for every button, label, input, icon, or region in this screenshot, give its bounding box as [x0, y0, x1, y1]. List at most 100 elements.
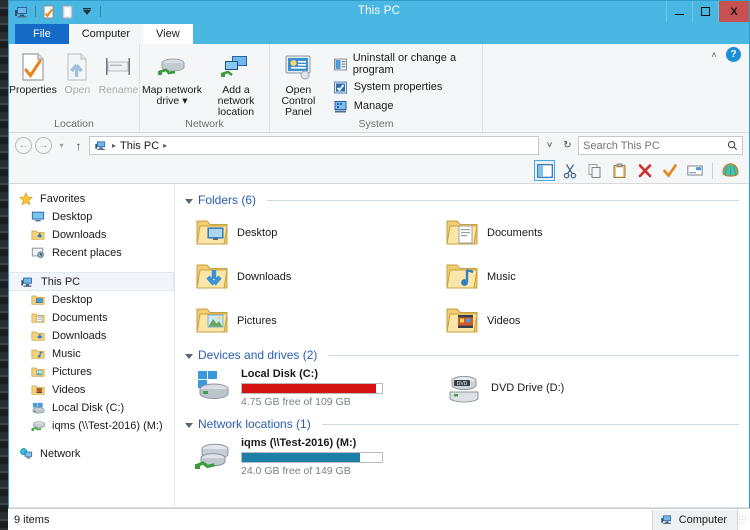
- drive-item-local-disk-c[interactable]: Local Disk (C:) 4.75 GB free of 109 GB: [181, 368, 431, 414]
- sidebar-item-iqms-network-drive[interactable]: iqms (\\Test-2016) (M:): [9, 417, 174, 435]
- resize-grip[interactable]: [738, 515, 747, 524]
- open-control-panel-button[interactable]: Open Control Panel: [270, 47, 327, 118]
- search-input[interactable]: [583, 139, 727, 152]
- sidebar-item-favorites[interactable]: Favorites: [9, 190, 174, 208]
- back-button[interactable]: ←: [15, 137, 32, 154]
- cut-icon[interactable]: [559, 160, 580, 181]
- group-title-network-locations: Network locations (1): [198, 417, 311, 431]
- manage-item[interactable]: Manage: [333, 98, 482, 114]
- dvd-drive-icon: DVD: [445, 370, 483, 407]
- sidebar-label-downloads: Downloads: [52, 330, 107, 342]
- search-icon[interactable]: [727, 140, 738, 151]
- this-pc-icon: [660, 513, 674, 526]
- this-pc-icon: [94, 139, 108, 152]
- sidebar-item-network[interactable]: Network: [9, 445, 174, 463]
- folder-item-desktop[interactable]: Desktop: [181, 211, 431, 255]
- sidebar-item-music[interactable]: Music: [9, 345, 174, 363]
- map-network-drive-button[interactable]: Map network drive ▾: [140, 47, 204, 107]
- folder-item-downloads[interactable]: Downloads: [181, 255, 431, 299]
- system-properties-label: System properties: [353, 81, 443, 93]
- drive-item-dvd-d[interactable]: DVD DVD Drive (D:): [431, 368, 681, 414]
- tab-view[interactable]: View: [143, 24, 193, 44]
- tab-computer[interactable]: Computer: [68, 24, 144, 44]
- paste-icon[interactable]: [609, 160, 630, 181]
- group-header-network-locations[interactable]: Network locations (1): [181, 416, 749, 432]
- properties-button[interactable]: Properties: [9, 47, 57, 96]
- system-properties-item[interactable]: System properties: [333, 79, 482, 95]
- sidebar-item-desktop[interactable]: Desktop: [9, 291, 174, 309]
- drive-info-local-disk-c: Local Disk (C:) 4.75 GB free of 109 GB: [241, 368, 383, 408]
- ribbon: Properties Open Rename Location Map netw…: [9, 44, 749, 133]
- forward-button[interactable]: →: [35, 137, 52, 154]
- sidebar-item-recent-places[interactable]: Recent places: [9, 244, 174, 262]
- ribbon-collapse-button[interactable]: ˄: [707, 48, 721, 62]
- add-network-location-button[interactable]: Add a network location: [204, 47, 268, 118]
- search-box[interactable]: [578, 136, 743, 155]
- folder-item-pictures[interactable]: Pictures: [181, 299, 431, 343]
- breadcrumb-separator-1[interactable]: ▸: [112, 141, 116, 150]
- rename-box-icon[interactable]: [684, 160, 705, 181]
- delete-icon[interactable]: [634, 160, 655, 181]
- history-dropdown-icon[interactable]: ▾: [55, 141, 68, 150]
- sidebar-item-local-disk-c[interactable]: Local Disk (C:): [9, 399, 174, 417]
- window-title: This PC: [357, 5, 401, 17]
- maximize-button[interactable]: [692, 1, 718, 22]
- sidebar-item-downloads[interactable]: Downloads: [9, 327, 174, 345]
- minimize-button[interactable]: [666, 1, 692, 22]
- taskbar-app-computer[interactable]: Computer: [651, 509, 738, 530]
- sidebar-item-this-pc[interactable]: This PC: [9, 272, 174, 291]
- refresh-button[interactable]: ↻: [560, 140, 575, 151]
- sidebar-label-this-pc: This PC: [41, 275, 81, 288]
- breadcrumb[interactable]: ▸ This PC ▸: [89, 136, 539, 155]
- shell-icon[interactable]: [720, 160, 741, 181]
- uninstall-program-item[interactable]: Uninstall or change a program: [333, 52, 482, 76]
- tab-file[interactable]: File: [15, 24, 69, 44]
- sidebar-label-desktop: Desktop: [52, 294, 93, 306]
- up-button[interactable]: ↑: [71, 139, 86, 153]
- sidebar-item-favorites-downloads[interactable]: Downloads: [9, 226, 174, 244]
- collapse-triangle-icon[interactable]: [185, 422, 193, 428]
- sidebar-item-pictures[interactable]: Pictures: [9, 363, 174, 381]
- sidebar-label-favorites: Favorites: [40, 193, 86, 205]
- sidebar-label-network: Network: [40, 448, 81, 460]
- capacity-bar-fill: [242, 453, 360, 462]
- local-disk-icon: [195, 368, 233, 408]
- group-header-devices[interactable]: Devices and drives (2): [181, 347, 749, 363]
- address-dropdown-button[interactable]: ˅: [542, 140, 557, 151]
- os-taskbar: 9 items Computer: [8, 508, 750, 530]
- breadcrumb-separator-2[interactable]: ▸: [163, 141, 167, 150]
- capacity-bar-local-disk-c: [241, 383, 383, 394]
- manage-icon: [333, 98, 349, 114]
- drive-label-iqms-m: iqms (\\Test-2016) (M:): [241, 437, 357, 449]
- breadcrumb-item-this-pc[interactable]: This PC: [120, 140, 159, 152]
- ribbon-group-system: Open Control Panel Uninstall or change a…: [270, 44, 483, 132]
- close-button[interactable]: X: [718, 1, 749, 22]
- navigation-pane-toggle[interactable]: [534, 160, 555, 181]
- devices-grid: Local Disk (C:) 4.75 GB free of 109 GB D…: [181, 363, 749, 414]
- folder-item-music[interactable]: Music: [431, 255, 681, 299]
- sidebar-item-favorites-desktop[interactable]: Desktop: [9, 208, 174, 226]
- collapse-triangle-icon[interactable]: [185, 353, 193, 359]
- open-button[interactable]: Open: [57, 47, 98, 96]
- local-disk-icon: [31, 401, 47, 415]
- folder-item-videos[interactable]: Videos: [431, 299, 681, 343]
- folders-grid: Desktop Documents Downloads Music Pictur…: [181, 208, 749, 343]
- taskbar-app-label: Computer: [678, 513, 727, 526]
- sidebar-item-videos[interactable]: Videos: [9, 381, 174, 399]
- help-icon[interactable]: ?: [726, 47, 741, 62]
- documents-folder-icon: [31, 311, 47, 325]
- window-controls: X: [666, 1, 749, 23]
- group-rule: [328, 354, 739, 356]
- file-explorer-window: This PC X File Computer View Properties …: [8, 0, 750, 528]
- drive-item-iqms-m[interactable]: iqms (\\Test-2016) (M:) 24.0 GB free of …: [181, 437, 431, 483]
- ribbon-group-location-label: Location: [54, 118, 94, 130]
- folder-item-documents[interactable]: Documents: [431, 211, 681, 255]
- confirm-check-icon[interactable]: [659, 160, 680, 181]
- rename-button[interactable]: Rename: [98, 47, 139, 96]
- sidebar-item-documents[interactable]: Documents: [9, 309, 174, 327]
- properties-button-label: Properties: [9, 84, 57, 96]
- desktop-folder-icon: [195, 217, 229, 250]
- collapse-triangle-icon[interactable]: [185, 198, 193, 204]
- group-header-folders[interactable]: Folders (6): [181, 192, 749, 208]
- copy-icon[interactable]: [584, 160, 605, 181]
